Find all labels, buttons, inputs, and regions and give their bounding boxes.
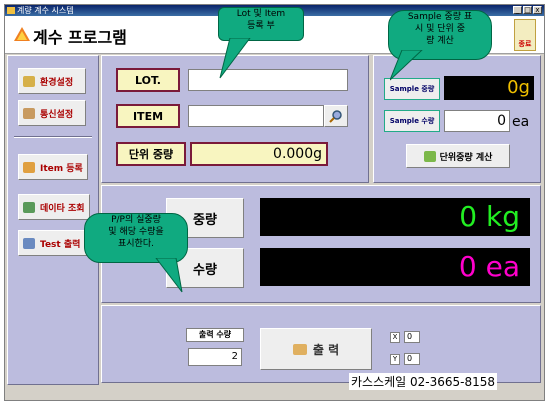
print-button[interactable]: 출 력 <box>260 328 372 370</box>
weight-display: 0 kg <box>260 198 530 236</box>
app-window: 계량 계수 시스템 _ □ x 계수 프로그램 종료 환경설정 통신설정 Ite… <box>4 4 545 401</box>
unit-weight-calc-button[interactable]: 단위중량 계산 <box>406 144 510 168</box>
item-register-button[interactable]: Item 등록 <box>18 154 88 180</box>
exit-button[interactable]: 종료 <box>514 19 536 51</box>
item-register-label: Item 등록 <box>40 163 83 174</box>
x-label: X <box>390 332 400 343</box>
output-count-input[interactable]: 2 <box>188 348 242 366</box>
maximize-button[interactable]: □ <box>523 6 532 14</box>
sample-callout-pointer <box>390 50 423 81</box>
page-title: 계수 프로그램 <box>33 28 127 47</box>
data-search-button[interactable]: 데이타 조회 <box>18 194 90 220</box>
item-register-icon <box>23 161 35 173</box>
sample-count-unit: ea <box>512 114 530 130</box>
lot-label: LOT. <box>116 68 180 92</box>
close-button[interactable]: x <box>533 6 542 14</box>
item-input[interactable] <box>188 105 324 127</box>
app-icon <box>7 7 15 14</box>
connection-button[interactable]: 통신설정 <box>18 100 86 126</box>
lot-callout-pointer <box>219 38 251 79</box>
connection-label: 통신설정 <box>40 109 74 120</box>
unit-weight-calc-label: 단위중량 계산 <box>439 152 493 163</box>
search-icon <box>329 110 342 123</box>
sidebar-divider <box>14 136 92 138</box>
data-search-icon <box>23 201 35 213</box>
settings-label: 환경설정 <box>40 77 74 88</box>
printer-icon <box>292 343 307 355</box>
display-callout: P/P의 실중량 및 해당 수량을 표시한다. <box>84 213 188 263</box>
settings-icon <box>23 75 35 87</box>
unit-weight-value: 0.000g <box>190 142 328 166</box>
app-logo-icon <box>14 27 30 41</box>
lot-item-callout: Lot 및 Item 등록 부 <box>218 7 304 41</box>
test-print-label: Test 출력 <box>40 239 81 250</box>
output-panel: 출력 수량 2 출 력 X 0 Y 0 <box>101 305 541 383</box>
data-search-label: 데이타 조회 <box>40 203 85 214</box>
company-contact: 카스스케일 02-3665-8158 <box>349 373 498 390</box>
y-label: Y <box>390 354 400 365</box>
x-input[interactable]: 0 <box>404 331 420 343</box>
sample-weight-display: 0g <box>444 76 534 100</box>
display-callout-pointer <box>155 258 183 293</box>
print-label: 출 력 <box>312 342 340 357</box>
y-input[interactable]: 0 <box>404 353 420 365</box>
sample-count-input[interactable]: 0 <box>444 110 510 132</box>
minimize-button[interactable]: _ <box>513 6 522 14</box>
settings-button[interactable]: 환경설정 <box>18 68 86 94</box>
count-display: 0 ea <box>260 248 530 286</box>
test-print-button[interactable]: Test 출력 <box>18 230 90 256</box>
unit-weight-label: 단위 중량 <box>116 142 186 166</box>
item-label: ITEM <box>116 104 180 128</box>
sample-count-button[interactable]: Sample 수량 <box>384 110 440 132</box>
item-search-button[interactable] <box>324 105 348 127</box>
exit-label: 종료 <box>518 40 532 48</box>
lot-input[interactable] <box>188 69 348 91</box>
output-count-label: 출력 수량 <box>186 328 244 342</box>
print-icon <box>23 237 35 249</box>
connection-icon <box>23 107 35 119</box>
window-title: 계량 계수 시스템 <box>17 6 74 15</box>
calculator-icon <box>423 150 436 162</box>
